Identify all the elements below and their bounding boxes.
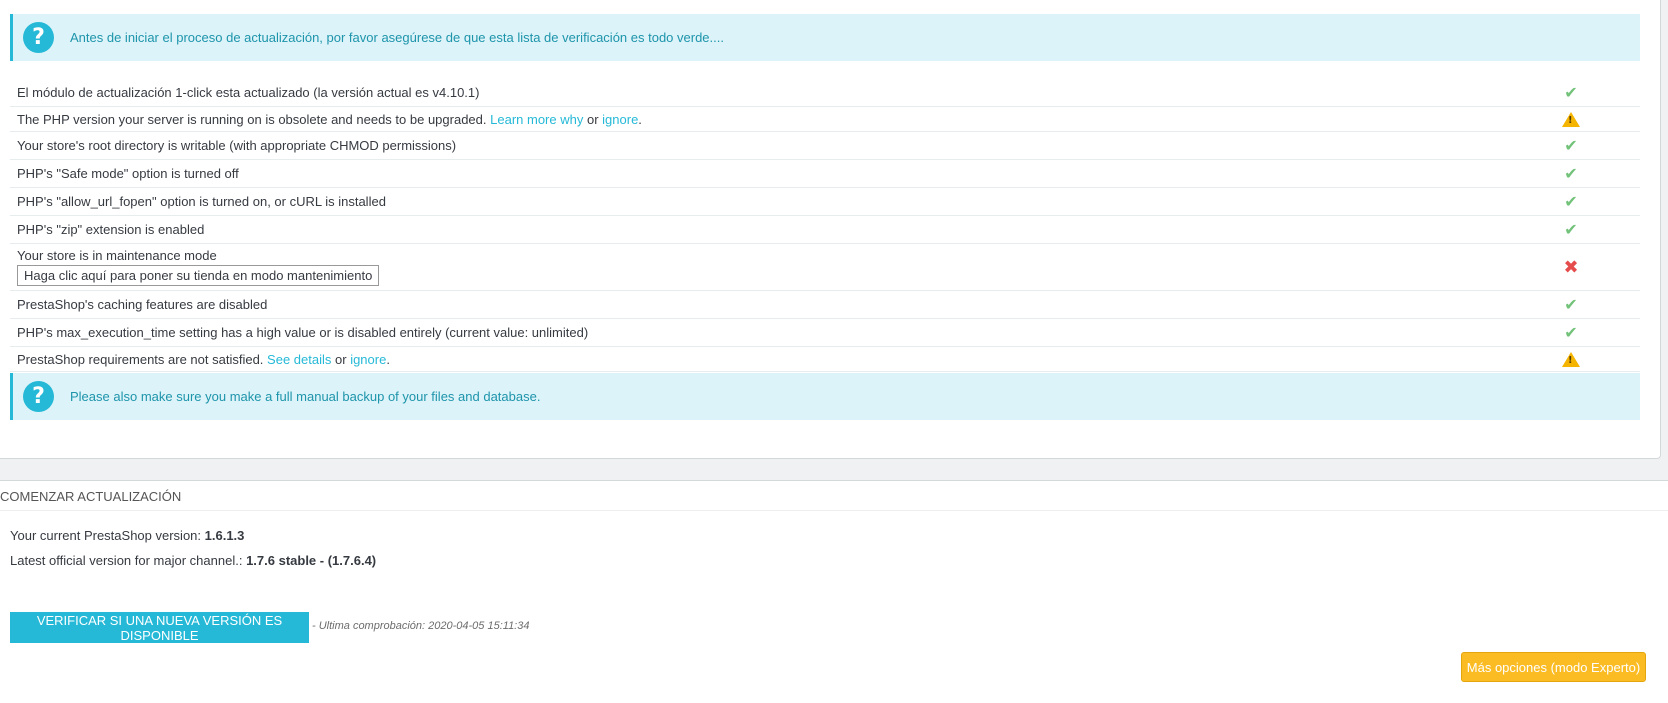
row-label: The PHP version your server is running o…	[17, 111, 487, 127]
row-label-or: or	[335, 351, 347, 367]
backup-info-alert: ? Please also make sure you make a full …	[10, 373, 1640, 420]
alert-text: Please also make sure you make a full ma…	[70, 389, 541, 404]
row-label-or: or	[586, 111, 599, 127]
check-icon: ✔	[1564, 83, 1578, 102]
upgrade-panel: COMENZAR ACTUALIZACIÓN	[0, 480, 1668, 703]
question-icon: ?	[23, 381, 54, 412]
checklist-info-alert: ? Antes de iniciar el proceso de actuali…	[10, 14, 1640, 61]
expert-mode-button[interactable]: Más opciones (modo Experto)	[1461, 652, 1646, 682]
check-new-version-button[interactable]: VERIFICAR SI UNA NUEVA VERSIÓN ES DISPON…	[10, 612, 309, 643]
row-label: PrestaShop requirements are not satisfie…	[17, 351, 264, 367]
check-icon: ✔	[1564, 192, 1578, 212]
latest-version-value: 1.7.6 stable - (1.7.6.4)	[246, 553, 377, 568]
latest-version-line: Latest official version for major channe…	[10, 553, 376, 568]
table-row: PrestaShop's caching features are disabl…	[10, 290, 1640, 320]
row-label: PrestaShop's caching features are disabl…	[10, 290, 1540, 320]
warning-icon: !	[1562, 352, 1580, 368]
panel-heading: COMENZAR ACTUALIZACIÓN	[0, 481, 1668, 511]
check-icon: ✔	[1564, 136, 1578, 156]
table-row: PHP's "allow_url_fopen" option is turned…	[10, 187, 1640, 217]
row-label: PHP's "allow_url_fopen" option is turned…	[10, 187, 1540, 217]
row-label: Your store is in maintenance mode	[17, 248, 217, 264]
ignore-php-link[interactable]: ignore	[602, 112, 638, 127]
row-label: PHP's "zip" extension is enabled	[10, 215, 1540, 245]
ignore-requirements-link[interactable]: ignore	[350, 352, 386, 367]
checklist-panel: ? Antes de iniciar el proceso de actuali…	[0, 0, 1661, 459]
question-icon: ?	[23, 22, 54, 53]
current-version-line: Your current PrestaShop version: 1.6.1.3	[10, 528, 244, 543]
row-label-end: .	[386, 351, 390, 367]
row-label: PHP's max_execution_time setting has a h…	[10, 318, 1540, 348]
table-row: PHP's max_execution_time setting has a h…	[10, 318, 1640, 348]
row-label-end: .	[638, 111, 642, 127]
table-row: Your store's root directory is writable …	[10, 131, 1640, 161]
row-label: Your store's root directory is writable …	[10, 131, 1540, 161]
table-row: El módulo de actualización 1-click esta …	[10, 79, 1640, 107]
row-label: El módulo de actualización 1-click esta …	[10, 79, 1540, 107]
check-icon: ✔	[1564, 164, 1578, 184]
row-label: PHP's "Safe mode" option is turned off	[10, 159, 1540, 189]
current-version-label: Your current PrestaShop version:	[10, 528, 202, 543]
table-row: Your store is in maintenance mode Haga c…	[10, 243, 1640, 292]
learn-more-link[interactable]: Learn more why	[490, 112, 583, 127]
alert-text: Antes de iniciar el proceso de actualiza…	[70, 30, 724, 45]
table-row: The PHP version your server is running o…	[10, 106, 1640, 133]
check-icon: ✔	[1564, 323, 1578, 343]
checklist-table: El módulo de actualización 1-click esta …	[10, 79, 1640, 373]
table-row: PrestaShop requirements are not satisfie…	[10, 346, 1640, 373]
latest-version-label: Latest official version for major channe…	[10, 553, 243, 568]
maintenance-mode-button[interactable]: Haga clic aquí para poner su tienda en m…	[17, 265, 380, 287]
check-icon: ✔	[1564, 220, 1578, 240]
table-row: PHP's "Safe mode" option is turned off ✔	[10, 159, 1640, 189]
warning-icon: !	[1562, 112, 1580, 128]
check-icon: ✔	[1564, 295, 1578, 315]
table-row: PHP's "zip" extension is enabled ✔	[10, 215, 1640, 245]
see-details-link[interactable]: See details	[267, 352, 331, 367]
last-check-text: - Ultima comprobación: 2020-04-05 15:11:…	[312, 620, 530, 632]
current-version-value: 1.6.1.3	[204, 528, 245, 543]
error-icon: ✖	[1563, 256, 1579, 278]
